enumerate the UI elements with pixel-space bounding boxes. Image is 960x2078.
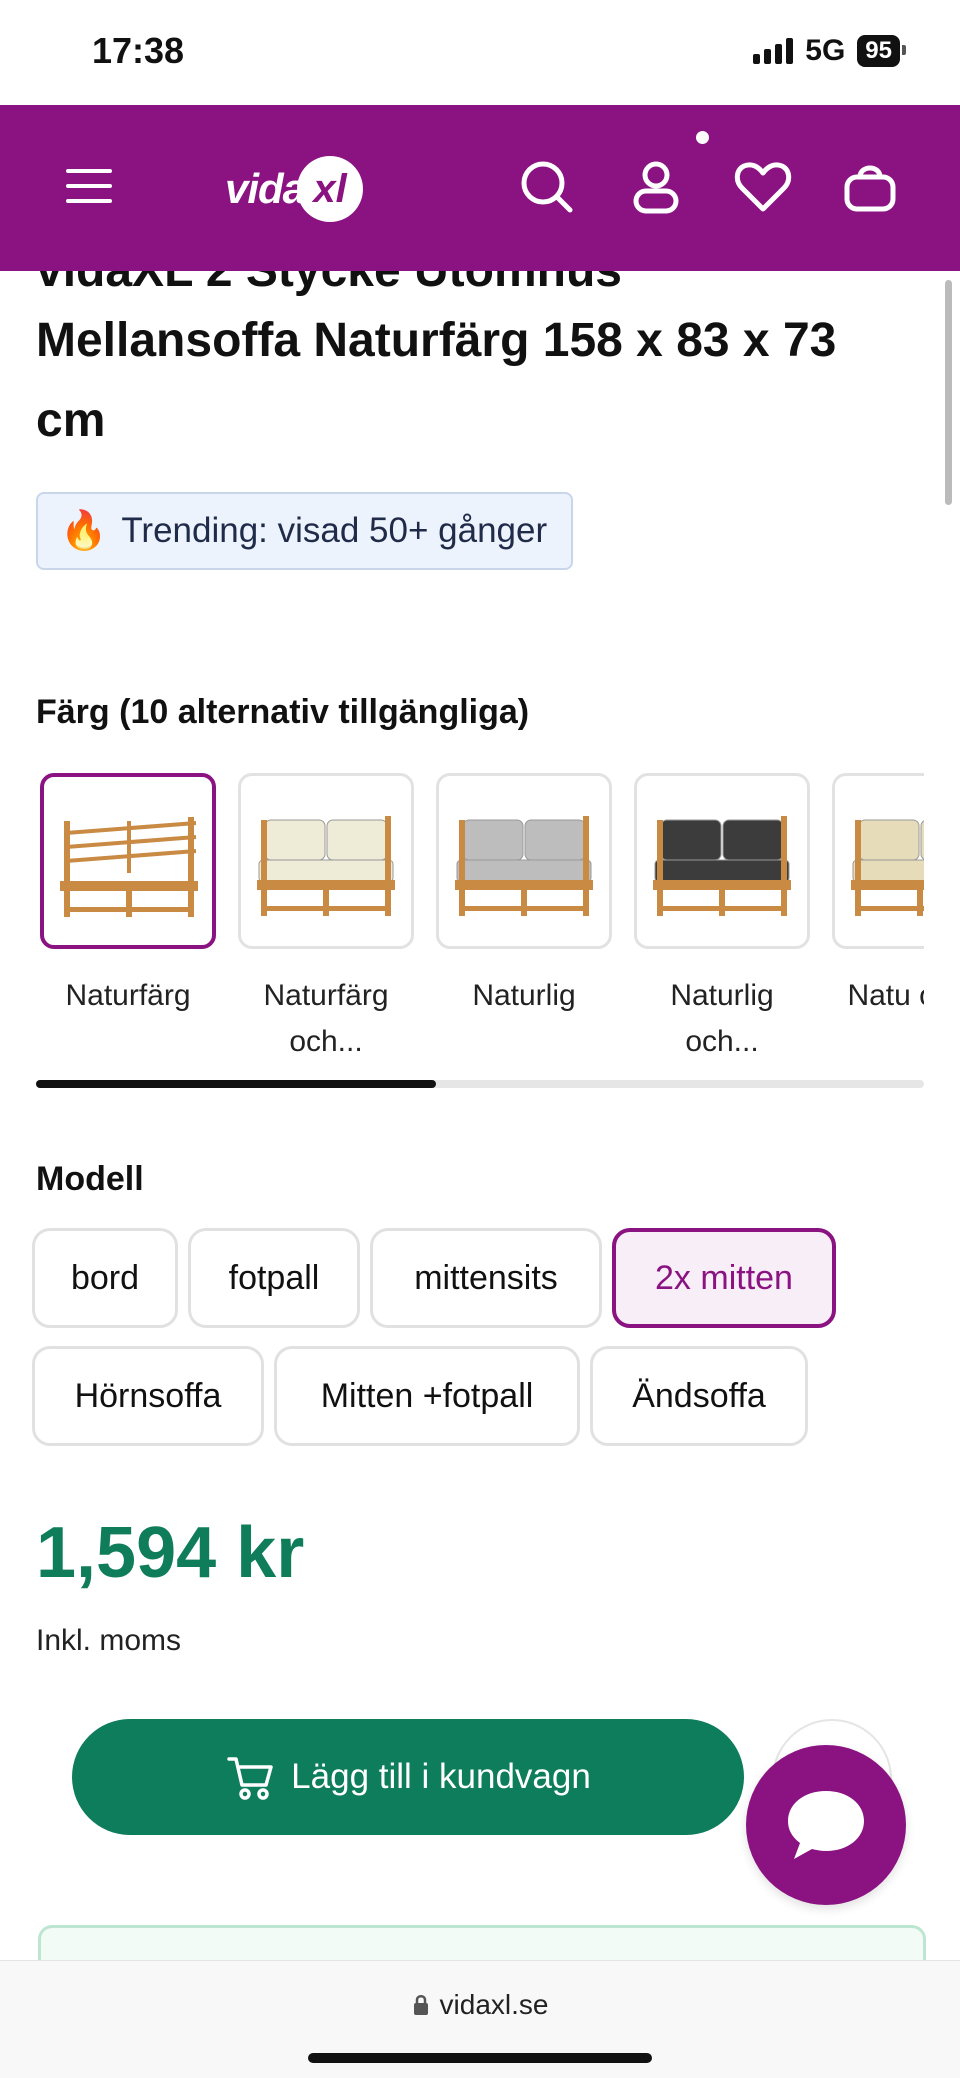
battery-icon: 95 <box>857 35 906 67</box>
status-indicators: 5G 95 <box>753 34 906 68</box>
logo-mark: xl <box>297 156 364 222</box>
swatch-image <box>238 773 414 949</box>
swatch-scroll-thumb[interactable] <box>36 1080 436 1088</box>
color-label: Färg (10 alternativ tillgängliga) <box>36 693 530 731</box>
network-type: 5G <box>805 34 846 67</box>
page-scrollbar[interactable] <box>945 280 952 505</box>
swatch-image <box>436 773 612 949</box>
swatch-label: Naturlig <box>472 979 576 1012</box>
chat-bubble-icon <box>788 1791 864 1859</box>
product-title: Mellansoffa Naturfärg 158 x 83 x 73 cm <box>36 314 837 447</box>
swatch-label: Naturlig och... <box>670 979 774 1058</box>
add-to-cart-label: Lägg till i kundvagn <box>291 1757 591 1796</box>
swatch-scroll-indicator[interactable] <box>36 1080 924 1088</box>
swatch-label: Natu och b <box>847 979 924 1012</box>
model-option-chip[interactable]: 2x mitten <box>612 1228 836 1328</box>
lock-icon <box>413 1995 428 2015</box>
model-option-chip[interactable]: Hörnsoffa <box>32 1346 264 1446</box>
status-bar: 17:38 5G 95 <box>0 0 960 105</box>
color-swatch-list: Naturfärg Naturfärg och... Naturlig Natu… <box>40 773 924 1073</box>
search-icon[interactable] <box>515 155 579 219</box>
product-price: 1,594 kr <box>36 1513 305 1593</box>
color-swatch[interactable]: Naturlig <box>436 773 612 1019</box>
swatch-label: Naturfärg och... <box>263 979 389 1058</box>
url-text: vidaxl.se <box>439 1989 549 2020</box>
cart-icon <box>227 1757 273 1800</box>
add-to-cart-button[interactable]: Lägg till i kundvagn <box>72 1719 744 1835</box>
model-label: Modell <box>36 1160 144 1198</box>
signal-icon <box>753 38 794 64</box>
swatch-image <box>832 773 924 949</box>
trending-text: Trending: visad 50+ gånger <box>121 511 548 550</box>
trending-badge: 🔥 Trending: visad 50+ gånger <box>36 492 574 570</box>
tax-note: Inkl. moms <box>36 1624 182 1657</box>
model-option-chip[interactable]: fotpall <box>188 1228 360 1328</box>
logo-text: vida <box>225 165 306 212</box>
cart-basket-icon[interactable] <box>838 155 902 219</box>
url-bar[interactable]: vidaxl.se <box>0 1989 960 2021</box>
header-backdrop: vida xl <box>0 105 960 271</box>
model-option-chip[interactable]: bord <box>32 1228 178 1328</box>
model-option-chip[interactable]: Mitten +fotpall <box>274 1346 580 1446</box>
model-option-chip[interactable]: mittensits <box>370 1228 602 1328</box>
color-swatch[interactable]: Natu och b <box>832 773 924 1019</box>
account-icon[interactable] <box>624 155 688 219</box>
chat-button[interactable] <box>746 1745 906 1905</box>
swatch-image <box>634 773 810 949</box>
notification-dot <box>696 131 709 144</box>
status-time: 17:38 <box>92 30 185 71</box>
menu-icon[interactable] <box>66 169 112 207</box>
home-indicator[interactable] <box>308 2053 652 2063</box>
wishlist-heart-icon[interactable] <box>731 155 795 219</box>
model-option-chip[interactable]: Ändsoffa <box>590 1346 808 1446</box>
vidaxl-logo[interactable]: vida xl <box>225 149 364 229</box>
swatch-label: Naturfärg <box>65 979 191 1012</box>
color-swatch[interactable]: Naturfärg och... <box>238 773 414 1065</box>
color-swatch[interactable]: Naturfärg <box>40 773 216 1019</box>
fire-icon: 🔥 <box>60 510 108 552</box>
color-swatch[interactable]: Naturlig och... <box>634 773 810 1065</box>
swatch-image <box>40 773 216 949</box>
browser-bottom-bar: vidaxl.se <box>0 1960 960 2078</box>
